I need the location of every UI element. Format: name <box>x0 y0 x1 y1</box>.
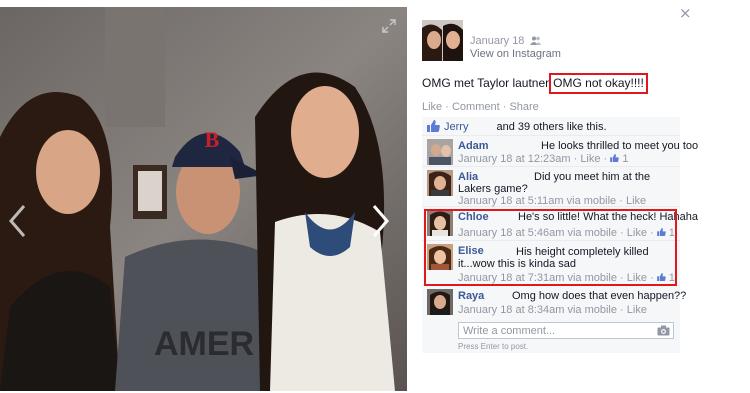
comment-timestamp[interactable]: January 18 at 7:31am via mobile <box>458 272 617 284</box>
avatar[interactable] <box>427 289 453 315</box>
comment-like-link[interactable]: Like <box>627 227 647 239</box>
separator: · <box>442 101 452 113</box>
commenter-name[interactable]: Chloe <box>458 211 489 223</box>
share-link[interactable]: Share <box>509 101 538 113</box>
caption-highlight: OMG not okay!!!! <box>549 73 648 94</box>
svg-text:AMER: AMER <box>154 325 254 363</box>
comment-timestamp[interactable]: January 18 at 5:46am via mobile <box>458 227 617 239</box>
comment-text: Did you meet him at the Lakers game? <box>458 171 651 195</box>
comment-timestamp[interactable]: January 18 at 8:34am via mobile <box>458 304 617 316</box>
view-on-instagram-link[interactable]: View on Instagram <box>470 48 561 60</box>
separator: · <box>499 101 510 113</box>
like-thumb-icon <box>427 120 440 132</box>
like-thumb-icon <box>656 273 666 281</box>
comments-panel: Jerry and 39 others like this. Adam He lo… <box>422 117 698 353</box>
comment-like-link[interactable]: Like <box>626 195 646 207</box>
friends-icon <box>529 36 541 45</box>
comment-item: Raya Omg how does that even happen?? Jan… <box>422 286 686 319</box>
comment-text: He's so little! What the heck! Hahaha <box>518 211 699 223</box>
commenter-name[interactable]: Raya <box>458 290 484 302</box>
comment-input[interactable] <box>459 323 649 338</box>
avatar[interactable] <box>427 244 453 270</box>
like-thumb-icon <box>656 228 666 236</box>
liker-name[interactable]: Jerry <box>444 121 468 133</box>
likes-summary: Jerry and 39 others like this. <box>422 117 680 136</box>
photo-viewer: B AMER <box>0 7 407 391</box>
avatar[interactable] <box>422 20 463 61</box>
comment-like-link[interactable]: Like <box>580 153 600 165</box>
camera-icon[interactable] <box>657 325 670 336</box>
post-date-text[interactable]: January 18 <box>470 35 524 47</box>
comment-composer[interactable] <box>458 322 674 339</box>
like-thumb-icon <box>610 154 620 162</box>
comment-item: Alia Did you meet him at the Lakers game… <box>422 167 680 207</box>
commenter-name[interactable]: Adam <box>458 140 489 152</box>
comment-like-link[interactable]: Like <box>627 304 647 316</box>
avatar[interactable] <box>427 210 453 236</box>
comment-item: Chloe He's so little! What the heck! Hah… <box>422 207 698 241</box>
comment-like-count[interactable]: 1 <box>622 153 628 165</box>
comment-like-count[interactable]: 1 <box>669 272 675 284</box>
post-caption: OMG met Taylor lautner OMG not okay!!!! <box>422 73 648 94</box>
comment-like-count[interactable]: 1 <box>669 227 675 239</box>
avatar[interactable] <box>427 170 453 196</box>
comment-item: Adam He looks thrilled to meet you too J… <box>422 136 698 167</box>
comment-text: Omg how does that even happen?? <box>512 290 687 302</box>
comment-text: His height completely killed it...wow th… <box>458 246 649 270</box>
close-icon[interactable]: × <box>679 6 692 21</box>
comment-timestamp[interactable]: January 18 at 12:23am <box>458 153 571 165</box>
likes-count-text[interactable]: and 39 others like this. <box>496 121 606 133</box>
like-link[interactable]: Like <box>422 101 442 113</box>
comment-like-link[interactable]: Like <box>627 272 647 284</box>
expand-icon[interactable] <box>382 19 396 33</box>
chevron-left-icon[interactable] <box>6 203 30 239</box>
post-header: January 18 View on Instagram <box>422 20 672 62</box>
comment-timestamp[interactable]: January 18 at 5:11am via mobile <box>458 195 616 207</box>
comment-link[interactable]: Comment <box>452 101 500 113</box>
svg-text:B: B <box>205 127 220 152</box>
photo: B AMER <box>0 7 407 391</box>
comment-text: He looks thrilled to meet you too <box>541 140 699 152</box>
composer-hint: Press Enter to post. <box>458 342 529 351</box>
comment-item: Elise His height completely killed it...… <box>422 241 680 286</box>
post-date[interactable]: January 18 <box>470 35 541 47</box>
chevron-right-icon[interactable] <box>368 203 392 239</box>
post-actions: Like · Comment · Share <box>422 101 539 113</box>
caption-text: OMG met Taylor lautner <box>422 76 550 90</box>
avatar[interactable] <box>427 139 453 165</box>
